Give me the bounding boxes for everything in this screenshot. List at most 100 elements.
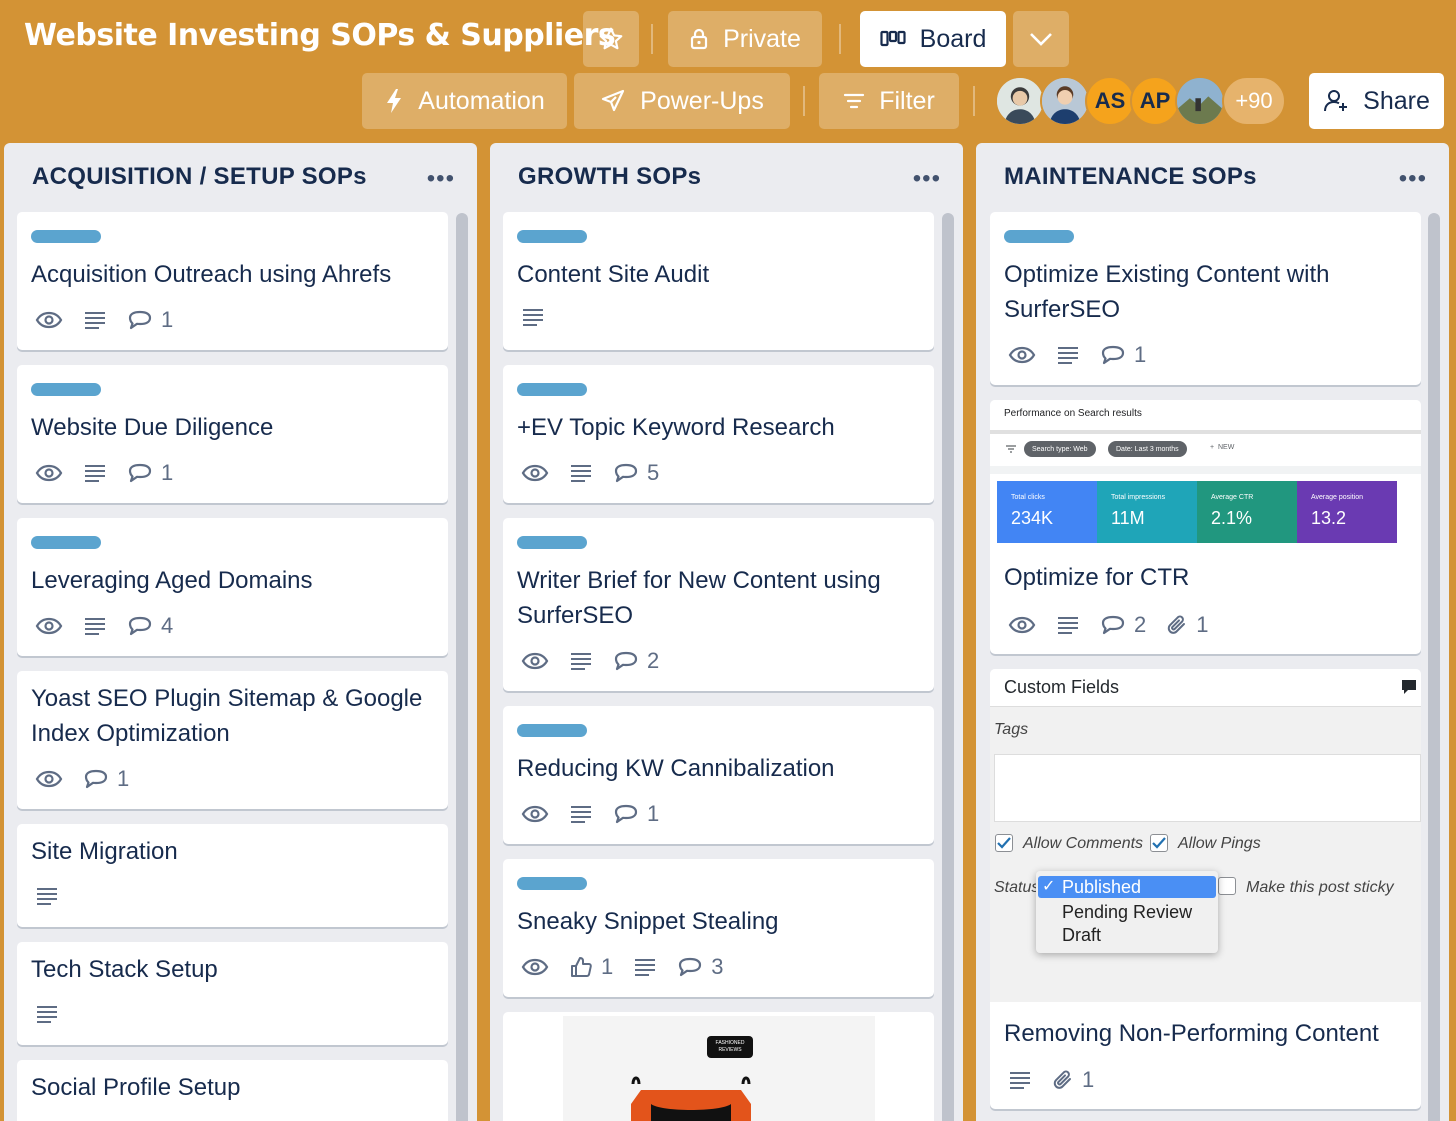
description-badge	[83, 310, 107, 330]
brand-badge: FASHIONED REVIEWS	[707, 1036, 753, 1058]
comment-count: 1	[647, 801, 660, 826]
brand-badge-line: REVIEWS	[718, 1047, 742, 1053]
card-badges: 1 3	[521, 954, 744, 980]
avatar[interactable]: AP	[1130, 76, 1180, 126]
card[interactable]: Content Site Audit	[503, 212, 934, 350]
comment-count: 4	[161, 613, 174, 638]
more-members-badge[interactable]: +90	[1222, 76, 1286, 126]
cover-divider	[990, 466, 1421, 474]
list-menu-icon[interactable]: •••	[913, 165, 941, 193]
card[interactable]: Leveraging Aged Domains 4	[17, 518, 448, 656]
new-filter: + NEW	[1210, 444, 1235, 451]
avatar[interactable]	[1175, 76, 1225, 126]
description-badge	[521, 307, 545, 327]
card[interactable]: Acquisition Outreach using Ahrefs 1	[17, 212, 448, 350]
comment-count: 2	[1134, 612, 1147, 637]
comment-count: 3	[711, 954, 724, 979]
card-title: Yoast SEO Plugin Sitemap & Google Index …	[31, 681, 422, 751]
card[interactable]: +EV Topic Keyword Research 5	[503, 365, 934, 503]
card[interactable]: Optimize Existing Content with SurferSEO…	[990, 212, 1421, 385]
view-label: Board	[919, 24, 987, 53]
view-switcher-button[interactable]: Board	[860, 11, 1006, 67]
brand-badge-line: FASHIONED	[715, 1040, 745, 1046]
avatar[interactable]	[1040, 76, 1090, 126]
card[interactable]: Site Migration	[17, 824, 448, 927]
card-title: Website Due Diligence	[31, 414, 274, 441]
comment-icon	[84, 769, 108, 789]
card[interactable]: Yoast SEO Plugin Sitemap & Google Index …	[17, 671, 448, 809]
card[interactable]: FASHIONED REVIEWS	[503, 1012, 934, 1121]
card-badges: 1	[521, 801, 679, 827]
card[interactable]: Writer Brief for New Content using Surfe…	[503, 518, 934, 691]
eye-icon	[35, 311, 63, 329]
comments-badge: 2	[613, 648, 659, 674]
header-divider	[651, 24, 653, 54]
comments-badge: 1	[613, 801, 659, 827]
comments-badge: 4	[127, 613, 173, 639]
list-title[interactable]: ACQUISITION / SETUP SOPs	[32, 163, 367, 191]
avatar[interactable]: AS	[1085, 76, 1135, 126]
metric-value: 2.1%	[1211, 508, 1253, 528]
description-icon	[571, 465, 591, 482]
list-menu-icon[interactable]: •••	[427, 165, 455, 193]
comments-badge: 5	[613, 460, 659, 486]
list-title[interactable]: GROWTH SOPs	[518, 163, 701, 191]
description-badge	[35, 886, 59, 906]
attachment-count: 1	[1082, 1067, 1095, 1092]
status-option: Draft	[1062, 925, 1102, 945]
sticky-label: Make this post sticky	[1246, 879, 1394, 896]
comment-count: 5	[647, 460, 660, 485]
card-badges: 1	[1008, 1067, 1114, 1093]
eye-icon	[521, 958, 549, 976]
list-title[interactable]: MAINTENANCE SOPs	[1004, 163, 1257, 191]
card[interactable]: Performance on Search results Search typ…	[990, 400, 1421, 654]
card-title-line: Writer Brief for New Content using	[517, 567, 881, 594]
filter-button[interactable]: Filter	[819, 73, 959, 129]
watching-badge	[521, 651, 549, 671]
eye-icon	[1008, 346, 1036, 364]
card[interactable]: Reducing KW Cannibalization 1	[503, 706, 934, 844]
power-ups-button[interactable]: Power-Ups	[574, 73, 790, 129]
eye-icon	[1008, 616, 1036, 634]
metric-value: 234K	[1011, 508, 1054, 528]
card-label	[517, 877, 587, 890]
card-badges: 1	[35, 766, 149, 792]
scrollbar[interactable]	[942, 213, 954, 1121]
card[interactable]: Social Profile Setup	[17, 1060, 448, 1121]
card-title-line: Yoast SEO Plugin Sitemap & Google	[31, 685, 423, 712]
attachment-count: 1	[1196, 612, 1209, 637]
list-growth: GROWTH SOPs ••• Content Site Audit +EV T…	[490, 143, 963, 1121]
share-button[interactable]: Share	[1309, 73, 1444, 129]
card-title: Tech Stack Setup	[31, 956, 218, 983]
star-button[interactable]	[583, 11, 639, 67]
view-dropdown-button[interactable]	[1013, 11, 1069, 67]
automation-button[interactable]: Automation	[362, 73, 567, 129]
watching-badge	[1008, 615, 1036, 635]
share-label: Share	[1363, 86, 1430, 115]
card-title: +EV Topic Keyword Research	[517, 414, 835, 441]
scrollbar[interactable]	[456, 213, 468, 1121]
comment-count: 1	[161, 460, 174, 485]
card-badges: 1	[35, 460, 193, 486]
card-title: Sneaky Snippet Stealing	[517, 908, 779, 935]
description-icon	[85, 312, 105, 329]
status-option: Published	[1062, 877, 1142, 897]
card-title: Leveraging Aged Domains	[31, 567, 313, 594]
card[interactable]: Sneaky Snippet Stealing 1 3	[503, 859, 934, 997]
cover-heading: Custom Fields	[1004, 677, 1120, 697]
visibility-button[interactable]: Private	[668, 11, 822, 67]
card[interactable]: Website Due Diligence 1	[17, 365, 448, 503]
board-title[interactable]: Website Investing SOPs & Suppliers	[24, 18, 616, 53]
lightning-icon	[387, 89, 402, 113]
avatar[interactable]	[995, 76, 1045, 126]
filter-chip-label: Search type: Web	[1032, 445, 1088, 453]
metric-value: 11M	[1111, 508, 1145, 528]
card[interactable]: Tech Stack Setup	[17, 942, 448, 1045]
visibility-label: Private	[723, 24, 801, 53]
scrollbar[interactable]	[1428, 213, 1440, 1121]
list-menu-icon[interactable]: •••	[1399, 165, 1427, 193]
metric-value: 13.2	[1311, 508, 1347, 528]
comment-icon	[128, 310, 152, 330]
description-icon	[37, 888, 57, 905]
comments-badge: 3	[677, 954, 724, 980]
